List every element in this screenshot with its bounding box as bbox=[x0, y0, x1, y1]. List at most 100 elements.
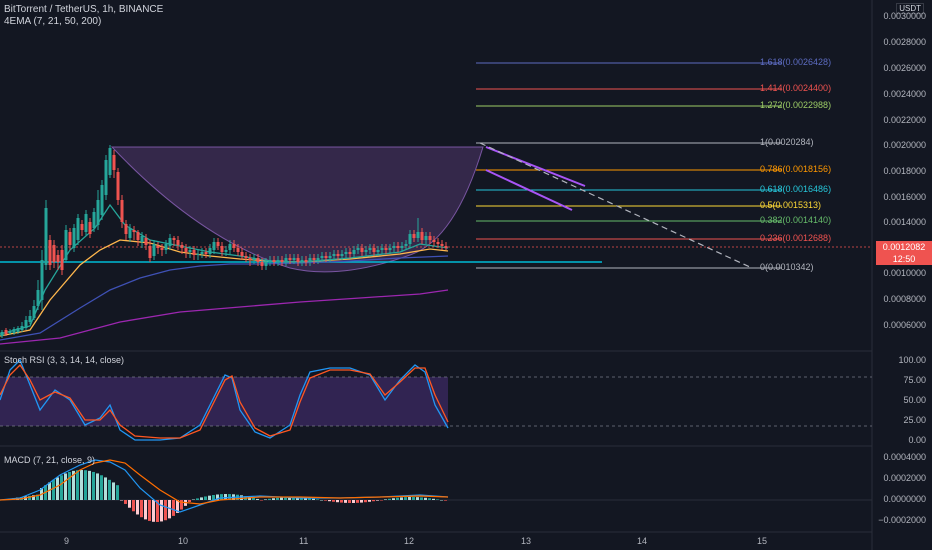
candle-body bbox=[368, 248, 372, 250]
candle-body bbox=[52, 245, 56, 262]
price-tick-label: 0.0016000 bbox=[883, 192, 926, 202]
macd-hist-bar bbox=[444, 500, 447, 501]
macd-hist-bar bbox=[116, 485, 119, 500]
candle-body bbox=[356, 248, 360, 250]
candle-body bbox=[300, 260, 304, 262]
candle-body bbox=[196, 254, 200, 255]
candle-body bbox=[444, 246, 448, 248]
candle-body bbox=[212, 242, 216, 250]
macd-hist-bar bbox=[320, 500, 323, 501]
candle-body bbox=[20, 326, 24, 330]
candle-body bbox=[180, 245, 184, 248]
candle-body bbox=[104, 160, 108, 195]
candle-body bbox=[284, 258, 288, 262]
candle-body bbox=[352, 250, 356, 254]
macd-hist-bar bbox=[212, 494, 215, 500]
candle-body bbox=[216, 242, 220, 246]
candle-body bbox=[248, 258, 252, 260]
candle-body bbox=[108, 148, 112, 175]
macd-hist-bar bbox=[388, 498, 391, 500]
candle-body bbox=[200, 252, 204, 254]
fib-retracement[interactable] bbox=[476, 62, 782, 269]
macd-hist-bar bbox=[340, 500, 343, 503]
fib-level-label: 0.236(0.0012688) bbox=[760, 233, 832, 243]
candle-body bbox=[16, 328, 20, 332]
macd-hist-bar bbox=[424, 497, 427, 500]
macd-hist-bar bbox=[372, 500, 375, 502]
macd-hist-bar bbox=[140, 500, 143, 518]
candle-body bbox=[332, 254, 336, 256]
candle-body bbox=[220, 246, 224, 252]
macd-hist-bar bbox=[100, 475, 103, 500]
chart-title: BitTorrent / TetherUS, 1h, BINANCE bbox=[4, 4, 164, 15]
candle-body bbox=[296, 258, 300, 262]
macd-hist-bar bbox=[124, 500, 127, 504]
time-tick-label: 15 bbox=[757, 536, 768, 546]
macd-hist-bar bbox=[64, 473, 67, 500]
candle-body bbox=[164, 244, 168, 250]
macd-hist-bar bbox=[384, 499, 387, 500]
candle-body bbox=[272, 260, 276, 262]
candle-body bbox=[40, 260, 44, 300]
candle-body bbox=[344, 252, 348, 254]
macd-hist-bar bbox=[396, 497, 399, 500]
candle-body bbox=[124, 224, 128, 234]
time-tick-label: 14 bbox=[637, 536, 648, 546]
macd-hist-bar bbox=[120, 500, 123, 501]
candle-body bbox=[232, 244, 236, 248]
candle-body bbox=[260, 262, 264, 266]
candle-body bbox=[88, 222, 92, 234]
countdown-badge: 12:50 bbox=[876, 253, 932, 265]
macd-hist-bar bbox=[360, 500, 363, 503]
macd-hist-bar bbox=[96, 473, 99, 500]
cup-pattern-shape[interactable] bbox=[110, 146, 484, 273]
macd-hist-bar bbox=[352, 500, 355, 503]
candle-body bbox=[4, 330, 8, 334]
fib-level-label: 1.272(0.0022988) bbox=[760, 100, 832, 110]
candle-body bbox=[60, 250, 64, 270]
candle-body bbox=[396, 246, 400, 248]
candle-body bbox=[64, 230, 68, 260]
candle-body bbox=[120, 200, 124, 222]
macd-histogram bbox=[0, 470, 447, 522]
time-tick-label: 11 bbox=[299, 536, 309, 546]
macd-hist-bar bbox=[128, 500, 131, 508]
macd-hist-bar bbox=[240, 495, 243, 500]
fib-level-label: 0.382(0.0014140) bbox=[760, 215, 832, 225]
rsi-tick-label: 0.00 bbox=[908, 435, 926, 445]
candle-body bbox=[308, 258, 312, 262]
macd-hist-bar bbox=[92, 471, 95, 500]
macd-line bbox=[0, 459, 449, 513]
time-tick-label: 10 bbox=[178, 536, 189, 546]
macd-hist-bar bbox=[276, 497, 279, 500]
macd-hist-bar bbox=[312, 498, 315, 500]
fib-level-label: 1(0.0020284) bbox=[760, 137, 814, 147]
macd-hist-bar bbox=[348, 500, 351, 503]
candle-body bbox=[152, 244, 156, 256]
macd-hist-bar bbox=[88, 470, 91, 500]
macd-hist-bar bbox=[76, 470, 79, 500]
candle-body bbox=[176, 240, 180, 245]
candle-body bbox=[128, 228, 132, 238]
price-tick-label: 0.0026000 bbox=[883, 63, 926, 73]
macd-hist-bar bbox=[344, 500, 347, 503]
candle-body bbox=[184, 248, 188, 252]
macd-hist-bar bbox=[440, 500, 443, 501]
price-tick-label: 0.0022000 bbox=[883, 115, 926, 125]
macd-hist-bar bbox=[280, 497, 283, 500]
macd-hist-bar bbox=[436, 499, 439, 500]
candle-body bbox=[380, 248, 384, 250]
candle-body bbox=[384, 248, 388, 250]
ema200-line bbox=[0, 289, 449, 345]
macd-hist-bar bbox=[148, 500, 151, 521]
macd-hist-bar bbox=[268, 498, 271, 500]
candle-body bbox=[24, 320, 28, 328]
macd-hist-bar bbox=[108, 479, 111, 500]
candle-body bbox=[324, 256, 328, 258]
candle-body bbox=[228, 244, 232, 250]
candle-body bbox=[192, 250, 196, 255]
macd-tick-label: −0.0002000 bbox=[878, 515, 926, 525]
candle-body bbox=[208, 248, 212, 254]
price-tick-label: 0.0024000 bbox=[883, 89, 926, 99]
macd-hist-bar bbox=[408, 497, 411, 500]
